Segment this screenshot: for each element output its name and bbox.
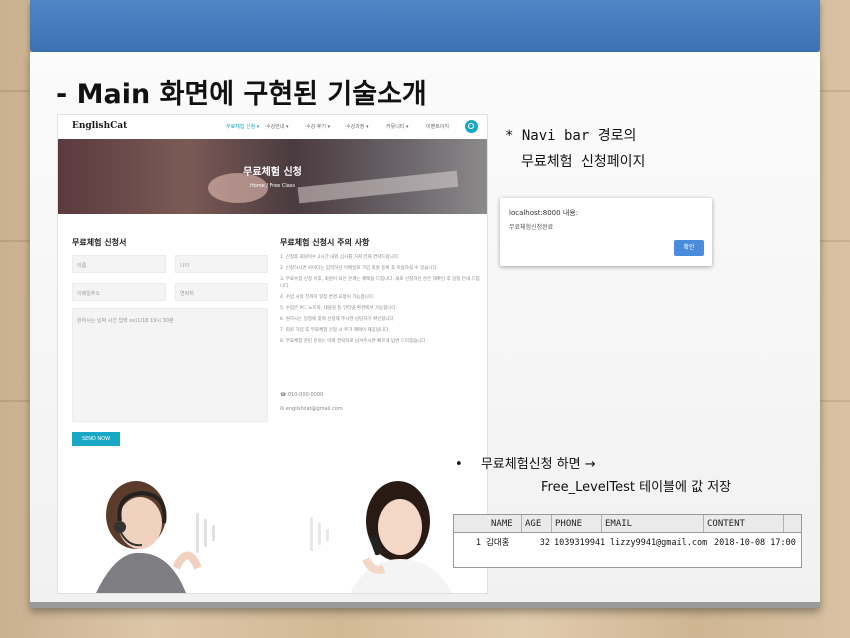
alert-dialog: localhost:8000 내용: 무료체험신청완료 확인 (500, 198, 712, 266)
menu-item-courses[interactable]: 수강과정 ▾ (346, 123, 382, 130)
menu-item-reviews[interactable]: 수강 후기 ▾ (306, 123, 342, 130)
db-cell-email: lizzy9941@gmail.com (610, 538, 708, 548)
notice-list: 1. 신청후 회원이수 2시간 내외 심사를 거쳐 전화 연락드립니다. 2. … (280, 254, 480, 349)
navi-annotation-line2: 무료체험 신청페이지 (521, 154, 646, 170)
notice-item: 4. 수업 시작 전까지 일정 변경 요청이 가능합니다. (280, 295, 375, 300)
bullet: • (455, 457, 463, 472)
db-cell-name: 김대홍 (486, 538, 510, 548)
phone-text: 010-000-0000 (287, 392, 324, 398)
menu-item-course-info[interactable]: 수강안내 ▾ (266, 123, 302, 130)
age-field[interactable]: 나이 (175, 255, 268, 273)
breadcrumb: Home / Free Class (250, 183, 295, 189)
save-annotation-line1: 무료체험신청 하면 → (480, 457, 596, 472)
phone-field[interactable]: 연락처 (175, 283, 268, 301)
notice-item: 5. 수업은 PC, 노트북, 태블릿 등 인터넷 환경에서 가능합니다. (280, 306, 397, 311)
name-field[interactable]: 이름 (72, 255, 166, 273)
notice-item: 6. 원하시는 일정에 맞춰 신청해 주시면 담당자가 확인합니다. (280, 317, 396, 322)
site-logo[interactable]: EnglishCat (72, 121, 127, 131)
menu-item-event[interactable]: 이벤트이지 (426, 123, 462, 130)
db-cell-index: 1 (475, 538, 481, 548)
site-navbar: EnglishCat 무료체험 신청 ▾ 수강안내 ▾ 수강 후기 ▾ 수강과정… (58, 115, 487, 139)
contact-email: ✉ englishcat@gmail.com (280, 406, 343, 412)
db-col-content[interactable]: CONTENT (704, 515, 784, 532)
notice-item: 7. 회원 가입 후 무료체험 신청 시 추가 혜택이 제공됩니다. (280, 328, 390, 333)
db-result-table: NAME AGE PHONE EMAIL CONTENT 1 김대홍 32 10… (453, 514, 802, 568)
menu-item-community[interactable]: 커뮤니티 ▾ (386, 123, 422, 130)
db-header-row: NAME AGE PHONE EMAIL CONTENT (454, 515, 801, 533)
consultant-photo-right (280, 473, 480, 593)
search-icon[interactable] (465, 120, 478, 133)
navi-annotation: * Navi bar 경로의 무료체험 신청페이지 (505, 123, 645, 175)
site-menu: 무료체험 신청 ▾ 수강안내 ▾ 수강 후기 ▾ 수강과정 ▾ 커뮤니티 ▾ 이… (226, 123, 462, 130)
save-annotation-line2: Free_LevelTest 테이블에 값 저장 (541, 480, 732, 495)
slide-title: - Main 화면에 구현된 기술소개 (56, 79, 427, 110)
contact-phone: ☎ 010-000-0000 (280, 392, 324, 398)
save-annotation: • 무료체험신청 하면 → (455, 453, 596, 472)
hero-title: 무료체험 신청 (243, 167, 302, 178)
notice-item: 1. 신청후 회원이수 2시간 내외 심사를 거쳐 전화 연락드립니다. (280, 255, 400, 260)
navi-annotation-line1: * Navi bar 경로의 (505, 128, 637, 144)
notice-item: 8. 무료체험 관련 문의는 아래 연락처로 남겨주시면 빠르게 답변 드리겠습… (280, 339, 427, 344)
db-cell-phone: 1039319941 (554, 538, 606, 548)
db-col-age[interactable]: AGE (522, 515, 552, 532)
table-row[interactable]: 1 김대홍 32 1039319941 lizzy9941@gmail.com … (454, 535, 801, 551)
binder-tab (30, 0, 820, 52)
dialog-ok-button[interactable]: 확인 (674, 240, 704, 256)
dialog-message: 무료체험신청완료 (509, 224, 554, 231)
notice-item: 3. 무료수업 신청 이후, 회원이 되신 분께는 혜택을 드립니다. 새로 신… (280, 277, 480, 289)
consultant-photo-left (76, 473, 236, 593)
db-cell-age: 32 (539, 538, 550, 548)
website-screenshot: EnglishCat 무료체험 신청 ▾ 수강안내 ▾ 수강 후기 ▾ 수강과정… (58, 115, 487, 593)
hero-banner: 무료체험 신청 Home / Free Class (58, 139, 487, 214)
db-col-name[interactable]: NAME (488, 515, 522, 532)
db-col-phone[interactable]: PHONE (552, 515, 602, 532)
db-col-email[interactable]: EMAIL (602, 515, 704, 532)
db-cell-content: 2018-10-08 17:00 (714, 538, 796, 548)
email-text: englishcat@gmail.com (285, 406, 343, 412)
schedule-textarea[interactable]: 원하시는 날짜 시간 입력 ex)1/18 19시 30분 (72, 308, 268, 422)
form-title: 무료체험 신청서 (72, 238, 127, 247)
dialog-title: localhost:8000 내용: (509, 209, 579, 217)
menu-item-free-trial[interactable]: 무료체험 신청 ▾ (226, 123, 262, 130)
notice-title: 무료체험 신청시 주의 사항 (280, 238, 370, 247)
notice-item: 2. 신청하시면 아이디는 입력하신 이메일로 가입 회원 등록 후 이용하실 … (280, 266, 439, 271)
send-now-button[interactable]: SEND NOW (72, 432, 120, 446)
email-field[interactable]: 이메일주소 (72, 283, 166, 301)
